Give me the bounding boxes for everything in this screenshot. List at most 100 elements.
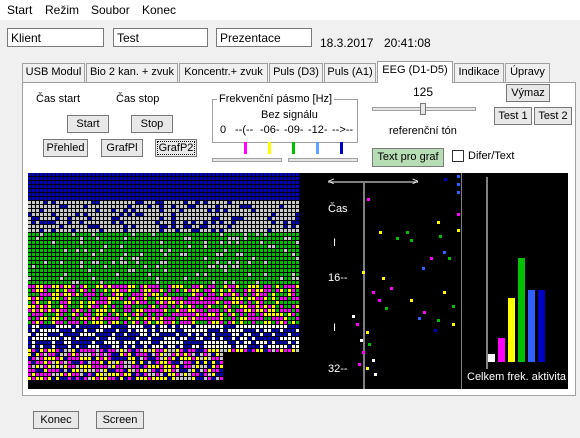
spectro-cell: [68, 229, 71, 232]
grafpl-button[interactable]: GrafPl: [101, 139, 143, 157]
spectro-cell: [196, 333, 199, 336]
spectro-cell: [232, 265, 235, 268]
spectro-cell: [36, 177, 39, 180]
spectro-cell: [28, 357, 31, 360]
scatter-point: [457, 229, 460, 232]
spectro-cell: [220, 229, 223, 232]
spectro-cell: [228, 205, 231, 208]
spectro-cell: [88, 297, 91, 300]
spectro-cell: [124, 337, 127, 340]
prehled-button[interactable]: Přehled: [43, 139, 88, 157]
tab-indikace[interactable]: Indikace: [454, 63, 504, 82]
spectro-cell: [108, 369, 111, 372]
spectro-cell: [244, 313, 247, 316]
spectro-cell: [252, 257, 255, 260]
spectro-cell: [276, 345, 279, 348]
spectro-cell: [76, 357, 79, 360]
spectro-cell: [228, 317, 231, 320]
spectro-cell: [220, 297, 223, 300]
spectro-cell: [72, 361, 75, 364]
spectro-cell: [80, 361, 83, 364]
spectro-cell: [252, 325, 255, 328]
test2-button[interactable]: Test 2: [534, 107, 572, 125]
spectro-cell: [276, 309, 279, 312]
spectro-cell: [88, 269, 91, 272]
tab-bio2[interactable]: Bio 2 kan. + zvuk: [86, 63, 178, 82]
screen-button[interactable]: Screen: [96, 411, 144, 429]
freq-label-2: -06-: [260, 124, 280, 136]
spectro-cell: [180, 309, 183, 312]
spectro-cell: [160, 297, 163, 300]
spectro-cell: [96, 365, 99, 368]
freq-slider-right[interactable]: [288, 158, 358, 162]
spectro-cell: [176, 365, 179, 368]
tab-usb-modul[interactable]: USB Modul: [22, 63, 85, 82]
menu-start[interactable]: Start: [7, 3, 32, 17]
spectro-cell: [196, 285, 199, 288]
spectro-cell: [264, 217, 267, 220]
test-field[interactable]: Test: [113, 28, 208, 47]
spectro-cell: [216, 201, 219, 204]
spectro-cell: [60, 349, 63, 352]
spectro-cell: [116, 237, 119, 240]
tab-koncentr[interactable]: Koncentr.+ zvuk: [179, 63, 268, 82]
spectro-cell: [152, 173, 155, 176]
tab-eeg[interactable]: EEG (D1-D5): [377, 61, 453, 83]
client-field[interactable]: Klient: [7, 28, 104, 47]
spectro-cell: [224, 277, 227, 280]
spectro-cell: [288, 213, 291, 216]
tab-puls-d3[interactable]: Puls (D3): [269, 63, 323, 82]
spectro-cell: [148, 229, 151, 232]
spectro-cell: [128, 369, 131, 372]
spectro-cell: [72, 201, 75, 204]
spectro-cell: [144, 289, 147, 292]
spectro-cell: [136, 225, 139, 228]
tab-upravy[interactable]: Úpravy: [505, 63, 550, 82]
spectro-cell: [132, 173, 135, 176]
spectro-cell: [252, 225, 255, 228]
spectro-cell: [28, 281, 31, 284]
spectro-cell: [52, 209, 55, 212]
spectro-cell: [192, 189, 195, 192]
spectro-cell: [228, 197, 231, 200]
stop-button[interactable]: Stop: [131, 115, 173, 133]
spectro-cell: [56, 193, 59, 196]
spectro-cell: [120, 237, 123, 240]
band-swatch-5: [340, 142, 343, 154]
nav-left-icon[interactable]: <: [328, 176, 334, 188]
menu-soubor[interactable]: Soubor: [91, 3, 130, 17]
text-pro-graf-field[interactable]: Text pro graf: [372, 148, 444, 167]
spectro-cell: [124, 189, 127, 192]
spectro-cell: [236, 349, 239, 352]
ref-slider-thumb[interactable]: [420, 103, 426, 115]
grafp2-button[interactable]: GrafP2: [155, 139, 197, 157]
spectro-cell: [72, 173, 75, 176]
spectro-cell: [252, 293, 255, 296]
konec-button[interactable]: Konec: [33, 411, 79, 429]
spectro-cell: [120, 181, 123, 184]
spectro-cell: [144, 329, 147, 332]
freq-slider-left[interactable]: [212, 158, 282, 162]
spectro-cell: [196, 253, 199, 256]
tab-puls-a1[interactable]: Puls (A1): [324, 63, 376, 82]
spectro-cell: [232, 337, 235, 340]
spectro-cell: [60, 177, 63, 180]
difer-checkbox[interactable]: [452, 150, 464, 162]
spectro-cell: [236, 237, 239, 240]
spectro-cell: [72, 329, 75, 332]
presentation-field[interactable]: Prezentace: [216, 28, 312, 47]
spectro-cell: [136, 253, 139, 256]
spectro-cell: [76, 313, 79, 316]
spectro-cell: [228, 253, 231, 256]
spectro-cell: [224, 285, 227, 288]
spectro-cell: [36, 189, 39, 192]
spectro-cell: [104, 377, 107, 380]
menu-konec[interactable]: Konec: [142, 3, 176, 17]
menu-rezim[interactable]: Režim: [45, 3, 79, 17]
start-button[interactable]: Start: [67, 115, 109, 133]
vymaz-button[interactable]: Výmaz: [506, 84, 550, 102]
test1-button[interactable]: Test 1: [494, 107, 532, 125]
spectro-cell: [80, 185, 83, 188]
spectro-cell: [156, 341, 159, 344]
nav-right-icon[interactable]: >: [412, 176, 418, 188]
